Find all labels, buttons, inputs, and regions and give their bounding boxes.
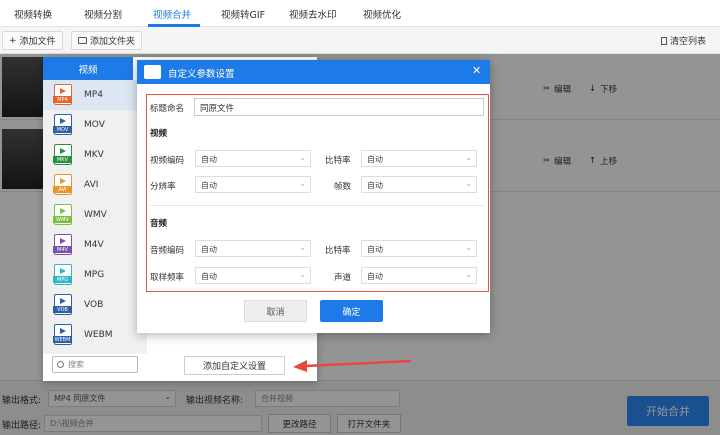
top-tab-bar: 视频转换 视频分割 视频合并 视频转GIF 视频去水印 视频优化 — [0, 0, 720, 27]
sample-rate-select[interactable]: 自动 ⌄ — [195, 267, 311, 284]
chevron-down-icon: ⌄ — [465, 243, 472, 252]
vob-file-icon: VOB — [53, 294, 72, 315]
parameter-frame: 标题命名 同原文件 视频 视频编码 自动 ⌄ 比特率 自动 ⌄ 分辨率 自动 ⌄ 帧数… — [146, 94, 489, 292]
format-item-mpg[interactable]: MPG MPG — [43, 260, 147, 290]
format-item-vob[interactable]: VOB VOB — [43, 290, 147, 320]
folder-icon — [78, 37, 87, 44]
section-divider — [150, 205, 484, 206]
video-bitrate-select[interactable]: 自动 ⌄ — [361, 150, 477, 167]
chevron-down-icon: ⌄ — [465, 153, 472, 162]
audio-codec-select[interactable]: 自动 ⌄ — [195, 240, 311, 257]
audio-codec-label: 音频编码 — [150, 246, 185, 256]
format-item-avi[interactable]: AVI AVI — [43, 170, 147, 200]
format-item-webm[interactable]: WEBM WEBM — [43, 320, 147, 350]
video-codec-label: 视频编码 — [150, 156, 185, 166]
tab-remove-watermark[interactable]: 视频去水印 — [289, 7, 337, 21]
audio-bitrate-label: 比特率 — [325, 246, 351, 256]
add-file-button[interactable]: + 添加文件 — [2, 31, 63, 50]
tab-video-convert[interactable]: 视频转换 — [14, 7, 52, 21]
trash-icon — [661, 36, 667, 45]
resolution-select[interactable]: 自动 ⌄ — [195, 176, 311, 193]
chevron-down-icon: ⌄ — [299, 243, 306, 252]
chevron-down-icon: ⌄ — [299, 270, 306, 279]
format-search-input[interactable]: 搜索 — [52, 356, 138, 373]
channel-label: 声道 — [334, 273, 352, 283]
clear-list-button[interactable]: 清空列表 — [655, 31, 712, 50]
chevron-down-icon: ⌄ — [299, 153, 306, 162]
cancel-button[interactable]: 取消 — [244, 300, 307, 322]
annotation-arrow-icon — [293, 359, 412, 372]
webm-file-icon: WEBM — [53, 324, 72, 345]
format-category-video-tab[interactable]: 视频 — [43, 57, 133, 80]
framerate-select[interactable]: 自动 ⌄ — [361, 176, 477, 193]
dialog-title: 自定义参数设置 — [168, 69, 235, 80]
tab-video-optimize[interactable]: 视频优化 — [363, 7, 401, 21]
add-folder-button[interactable]: 添加文件夹 — [71, 31, 143, 50]
resolution-label: 分辨率 — [150, 182, 176, 192]
mov-file-icon: MOV — [53, 114, 72, 135]
confirm-button[interactable]: 确定 — [320, 300, 383, 322]
toolbar: + 添加文件 添加文件夹 清空列表 — [0, 27, 720, 54]
chevron-down-icon: ⌄ — [299, 179, 306, 188]
mpg-file-icon: MPG — [53, 264, 72, 285]
video-section-heading: 视频 — [150, 129, 168, 139]
wmv-file-icon: WMV — [53, 204, 72, 225]
tab-video-split[interactable]: 视频分割 — [84, 7, 122, 21]
title-name-input[interactable]: 同原文件 — [194, 98, 484, 116]
format-item-mp4[interactable]: MP4 MP4 — [43, 80, 147, 110]
search-icon — [57, 361, 64, 368]
avi-file-icon: AVI — [53, 174, 72, 195]
video-bitrate-label: 比特率 — [325, 156, 351, 166]
format-item-m4v[interactable]: M4V M4V — [43, 230, 147, 260]
title-name-label: 标题命名 — [150, 104, 185, 114]
m4v-file-icon: M4V — [53, 234, 72, 255]
mkv-file-icon: MKV — [53, 144, 72, 165]
dialog-title-bar: 自定义参数设置 ✕ — [137, 60, 490, 84]
close-icon[interactable]: ✕ — [472, 64, 481, 77]
video-camera-icon — [144, 65, 161, 79]
video-codec-select[interactable]: 自动 ⌄ — [195, 150, 311, 167]
chevron-down-icon: ⌄ — [465, 179, 472, 188]
channel-select[interactable]: 自动 ⌄ — [361, 267, 477, 284]
audio-section-heading: 音频 — [150, 219, 168, 229]
audio-bitrate-select[interactable]: 自动 ⌄ — [361, 240, 477, 257]
chevron-down-icon: ⌄ — [465, 270, 472, 279]
sample-rate-label: 取样频率 — [150, 273, 185, 283]
tab-video-merge[interactable]: 视频合并 — [153, 7, 191, 21]
add-custom-settings-button[interactable]: 添加自定义设置 — [184, 356, 285, 375]
plus-icon: + — [9, 35, 17, 46]
tab-video-to-gif[interactable]: 视频转GIF — [221, 7, 265, 21]
custom-parameters-dialog: 自定义参数设置 ✕ 标题命名 同原文件 视频 视频编码 自动 ⌄ 比特率 自动 ⌄ … — [137, 60, 490, 333]
format-item-wmv[interactable]: WMV WMV — [43, 200, 147, 230]
format-item-mkv[interactable]: MKV MKV — [43, 140, 147, 170]
mp4-file-icon: MP4 — [53, 84, 72, 105]
framerate-label: 帧数 — [334, 182, 352, 192]
format-list: MP4 MP4 MOV MOV MKV MKV AVI AVI WMV WMV … — [43, 80, 147, 354]
format-item-mov[interactable]: MOV MOV — [43, 110, 147, 140]
